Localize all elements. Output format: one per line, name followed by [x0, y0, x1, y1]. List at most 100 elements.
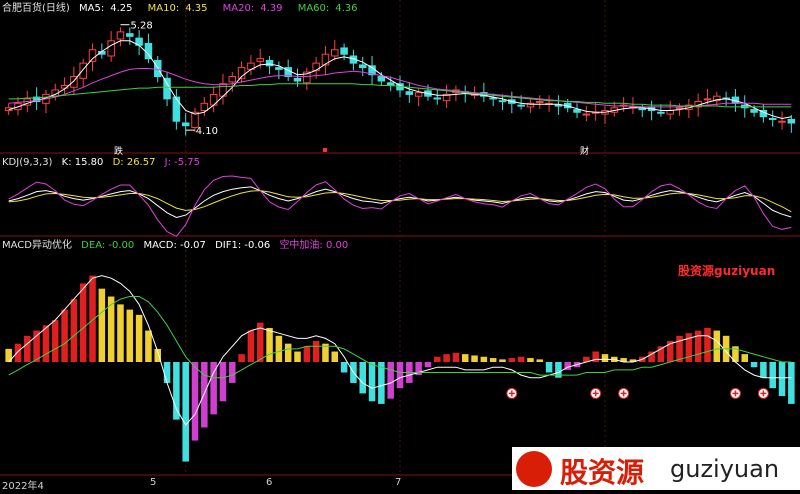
logo-cn-text: 股资源	[560, 456, 645, 489]
logo-en-text: guziyuan	[670, 455, 780, 483]
candle-body	[768, 118, 777, 121]
ma60-label: MA60: 4.36	[297, 3, 358, 14]
macd-hist-bar	[471, 355, 478, 362]
macd-hist-bar	[676, 335, 683, 362]
macd-hist-bar	[536, 359, 544, 362]
macd-hist-bar	[750, 362, 758, 368]
high-price-label: 5.28	[130, 21, 152, 32]
kdj-j: J: -5.75	[164, 157, 201, 168]
candle-body	[256, 58, 264, 62]
macd-hist-bar	[778, 362, 786, 397]
macd-hist-bar	[191, 362, 199, 441]
macd-hist-bar	[42, 325, 50, 362]
macd-hist-bar	[788, 362, 795, 404]
macd-hist-bar	[331, 351, 339, 362]
macd-value: MACD: -0.07	[143, 240, 206, 251]
candle-body	[163, 77, 171, 100]
candle-body	[172, 96, 181, 122]
candle-body	[340, 47, 348, 55]
macd-hist-bar	[70, 299, 78, 362]
kdj-k: K: 15.80	[61, 157, 104, 168]
kdj-name: KDJ(9,3,3)	[2, 157, 53, 168]
candle-body	[321, 53, 330, 66]
macd-dea: DEA: -0.00	[81, 240, 135, 251]
candle-body	[573, 109, 581, 113]
macd-hist-bar	[694, 330, 702, 362]
macd-hist-bar	[201, 362, 208, 428]
candle-body	[265, 59, 274, 67]
macd-hist-bar	[51, 320, 59, 362]
candle-body	[358, 64, 367, 69]
macd-header: MACD异动优化 DEA: -0.00 MACD: -0.07 DIF1: -0…	[2, 240, 354, 252]
candle-body	[750, 109, 758, 113]
candle-body	[638, 108, 647, 111]
macd-hist-bar	[340, 362, 348, 373]
candle-body	[79, 62, 87, 79]
candle-body	[498, 100, 507, 103]
macd-hist-bar	[499, 359, 506, 362]
candle-body	[144, 42, 153, 60]
candle-body	[88, 49, 97, 62]
macd-hist-bar	[210, 362, 217, 415]
candle-body	[116, 31, 125, 40]
event-marker-dot	[323, 148, 327, 152]
macd-hist-bar	[126, 309, 134, 362]
event-marker-cai: 财	[580, 145, 589, 157]
macd-hist-bar	[387, 362, 394, 399]
x-label-2: 6	[266, 477, 273, 488]
macd-hist-bar	[173, 362, 180, 420]
candle-body	[582, 113, 591, 116]
candle-body	[377, 76, 386, 82]
macd-hist-bar	[117, 304, 124, 362]
macd-hist-bar	[79, 283, 87, 362]
macd-hist-bar	[760, 362, 767, 378]
candle-body	[293, 77, 302, 82]
macd-hist-bar	[145, 330, 152, 362]
macd-hist-bar	[396, 362, 404, 389]
macd-hist-bar	[713, 330, 721, 362]
candle-body	[536, 101, 544, 104]
macd-hist-bar	[229, 362, 236, 383]
candle-body	[405, 91, 414, 95]
macd-hist-bar	[303, 346, 311, 362]
macd-hist-bar	[312, 341, 320, 362]
candle-body	[126, 33, 134, 37]
macd-hist-bar	[275, 335, 283, 362]
macd-hist-bar	[61, 309, 68, 362]
macd-hist-bar	[527, 358, 534, 362]
candle-body	[228, 76, 237, 83]
macd-dif: DIF1: -0.06	[215, 240, 271, 251]
macd-hist-bar	[769, 362, 776, 389]
candle-body	[778, 120, 786, 123]
macd-hist-bar	[480, 356, 488, 362]
candle-body	[554, 104, 563, 107]
candle-body	[414, 92, 423, 97]
macd-hist-bar	[266, 327, 273, 362]
macd-hist-bar	[294, 351, 301, 362]
candle-body	[331, 49, 339, 57]
candle-body	[703, 98, 712, 101]
macd-hist-bar	[517, 356, 525, 362]
candle-body	[181, 122, 190, 127]
candle-body	[787, 118, 796, 124]
macd-hist-bar	[601, 354, 609, 362]
macd-hist-bar	[163, 362, 171, 383]
ma10-label: MA10: 4.35	[147, 3, 208, 14]
event-marker-die: 跌	[114, 146, 123, 157]
macd-hist-bar	[489, 358, 497, 362]
x-label-1: 5	[150, 477, 157, 488]
macd-hist-bar	[704, 327, 711, 362]
low-price-label: 4.10	[196, 126, 218, 137]
macd-hist-bar	[135, 314, 143, 362]
macd-hist-bar	[545, 362, 553, 373]
chart-stage: 5.28 4.10 跌 财 合肥百货(日线) MA5: 4.25 MA10: 4.35 M…	[0, 0, 800, 492]
macd-hist-bar	[508, 358, 516, 362]
kdj-d: D: 26.57	[112, 157, 156, 168]
bull-logo-icon	[516, 451, 552, 487]
macd-hist-bar	[461, 354, 469, 362]
macd-hist-bar	[24, 335, 31, 362]
ma20-label: MA20: 4.39	[222, 3, 283, 14]
macd-hist-bar	[424, 362, 432, 368]
candle-body	[200, 102, 209, 111]
brand-logo: 股资源 guziyuan	[512, 447, 800, 490]
